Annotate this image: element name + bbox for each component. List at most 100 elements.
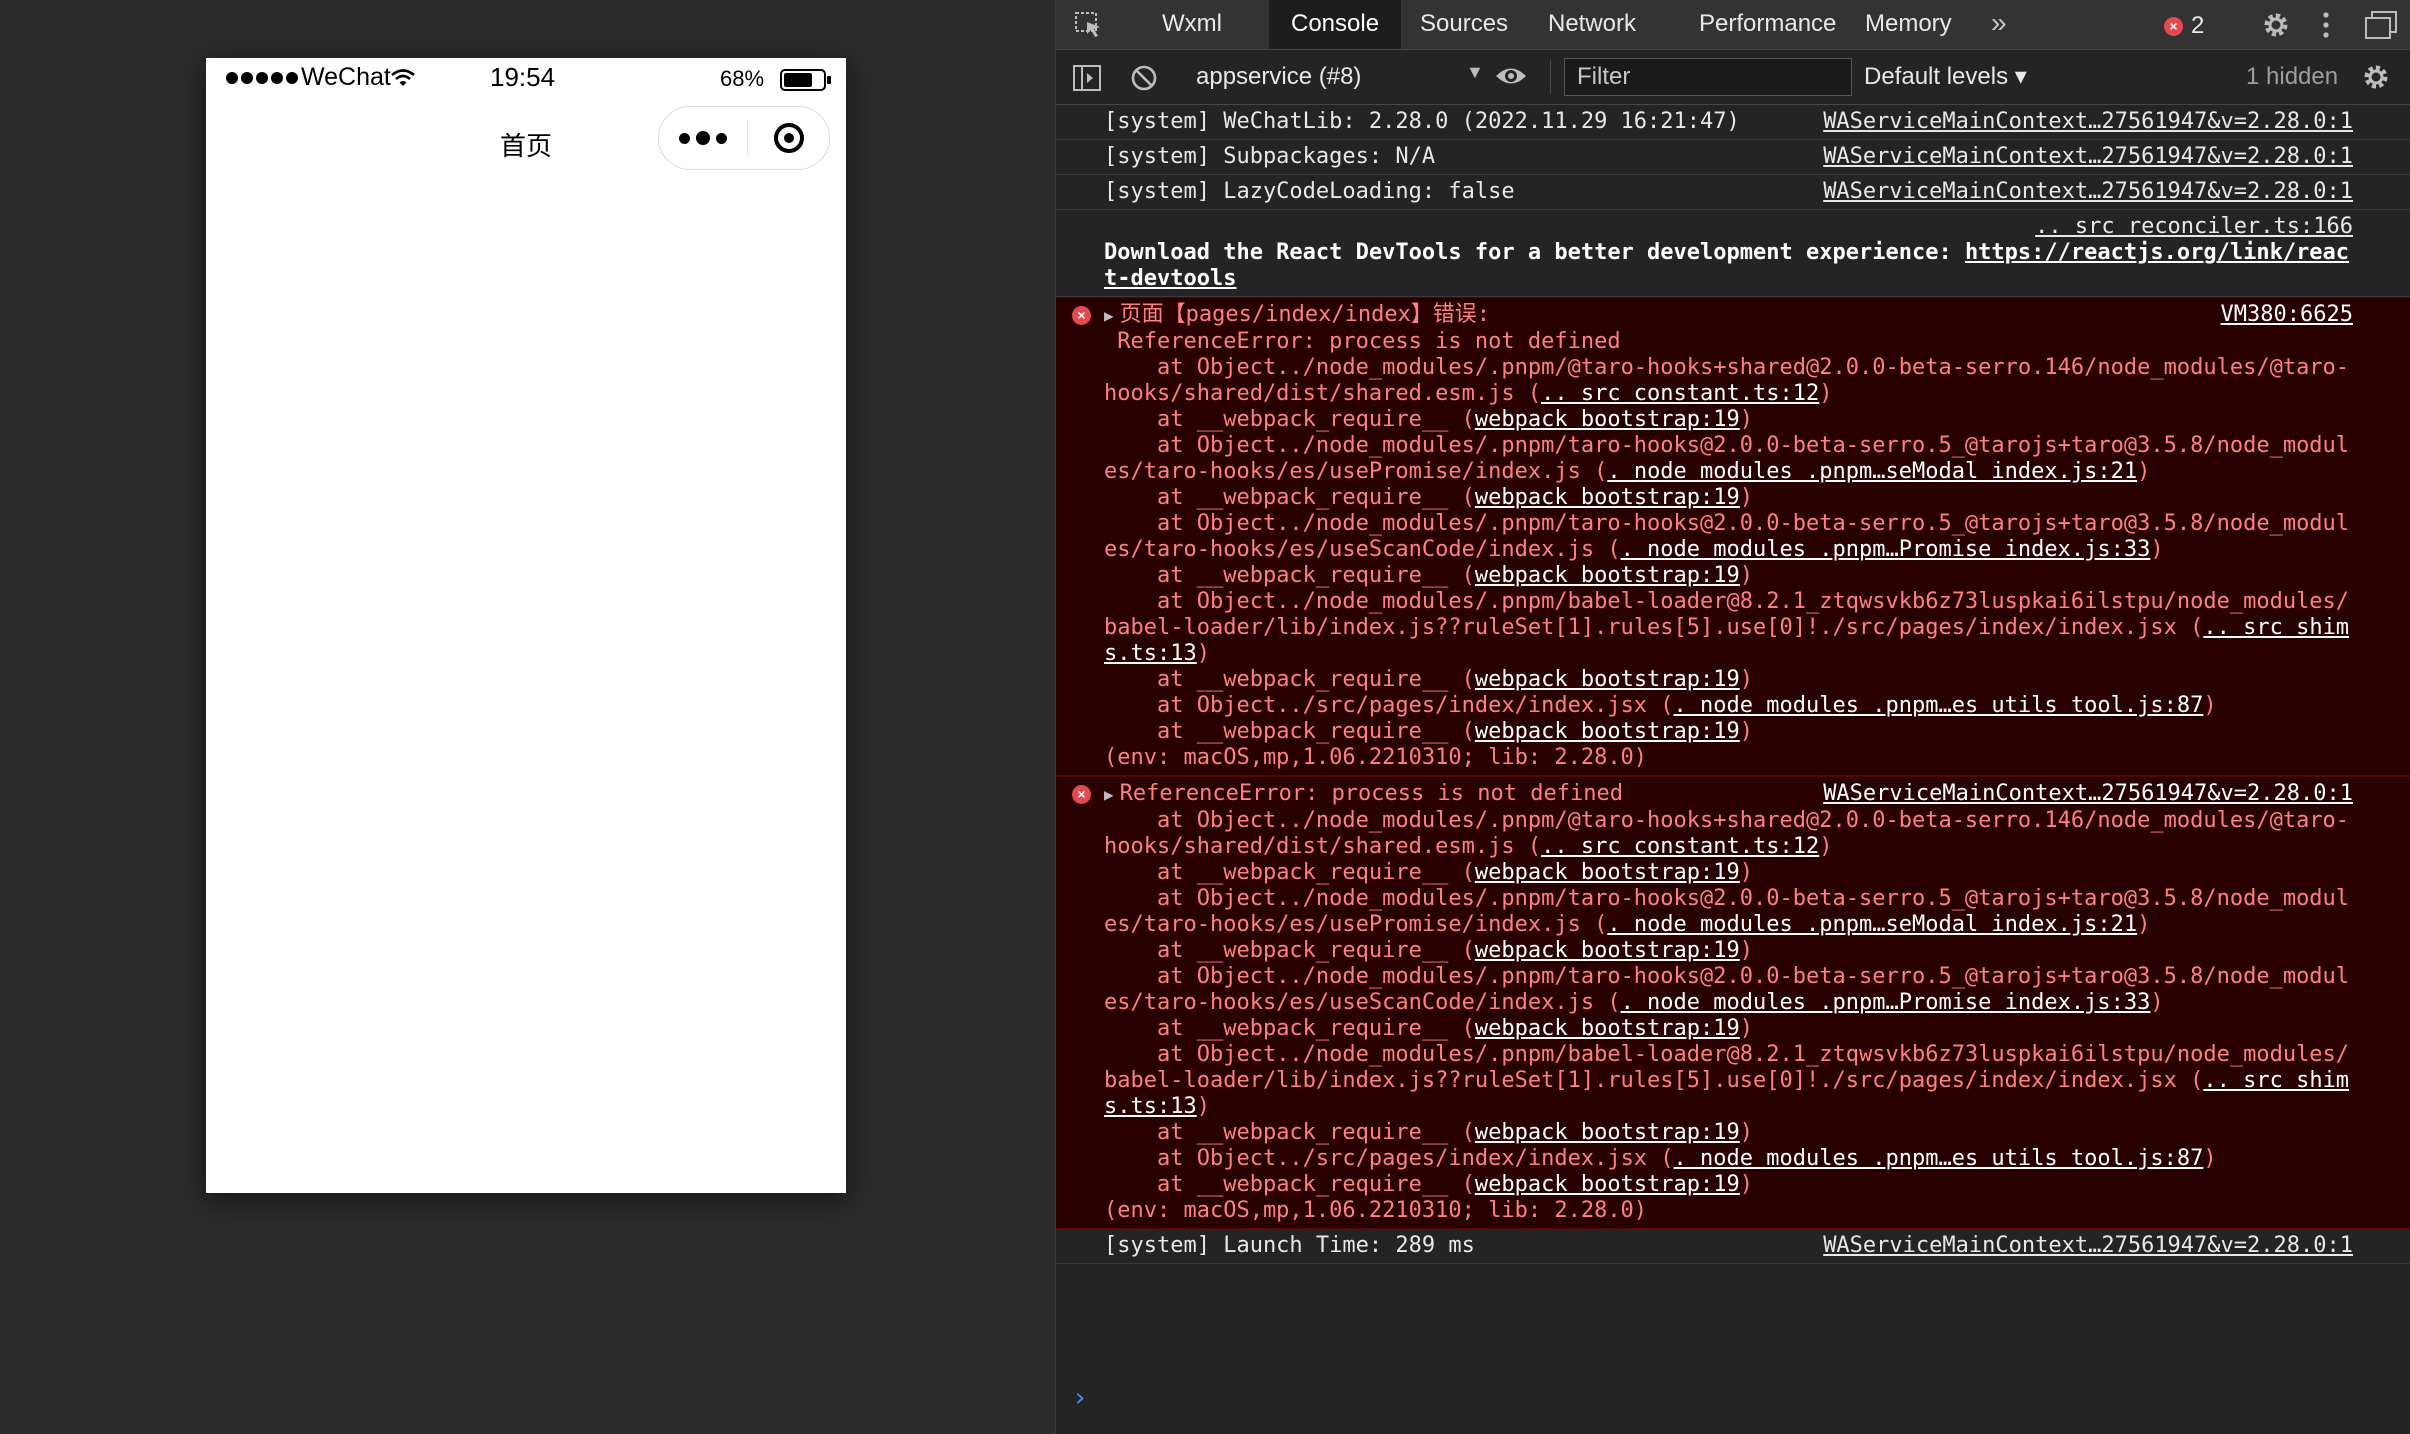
error-message: × ▶ ReferenceError: process is not define…: [1056, 776, 2410, 1229]
status-bar: WeChat 19:54 68%: [206, 58, 846, 100]
tab-sources[interactable]: Sources: [1398, 0, 1530, 49]
stack-frame: at __webpack_require__ (webpack bootstra…: [1104, 563, 1754, 588]
source-link[interactable]: WAServiceMainContext…27561947&v=2.28.0:1: [1823, 109, 2353, 135]
console-prompt[interactable]: ›: [1072, 1385, 1088, 1411]
stack-source-link[interactable]: webpack bootstrap:19: [1475, 1016, 1740, 1041]
stack-source-link[interactable]: . node modules .pnpm…Promise index.js:33: [1621, 537, 2151, 562]
console-message: [system] LazyCodeLoading: false WAServic…: [1056, 175, 2410, 210]
tab-performance[interactable]: Performance: [1677, 0, 1858, 49]
source-link[interactable]: VM380:6625: [2220, 302, 2353, 328]
error-message-text: ReferenceError: process is not defined: [1104, 329, 1621, 354]
source-link[interactable]: WAServiceMainContext…27561947&v=2.28.0:1: [1823, 179, 2353, 205]
hidden-messages-count: 1 hidden: [2246, 63, 2339, 90]
stack-source-link[interactable]: .. src constant.ts:12: [1541, 381, 1819, 406]
stack-frame: at __webpack_require__ (webpack bootstra…: [1104, 938, 1754, 963]
context-selector[interactable]: appservice (#8): [1196, 60, 1476, 94]
chevron-down-icon[interactable]: ▼: [1466, 62, 1484, 83]
signal-strength-icon: [226, 72, 298, 84]
inspect-element-icon[interactable]: [1074, 11, 1104, 39]
live-expression-eye-icon[interactable]: [1494, 63, 1528, 89]
stack-frame: at __webpack_require__ (webpack bootstra…: [1104, 1120, 1754, 1145]
stack-frame: at Object../node_modules/.pnpm/taro-hook…: [1104, 433, 2350, 484]
stack-source-link[interactable]: webpack bootstrap:19: [1475, 938, 1740, 963]
error-icon: ×: [2164, 16, 2183, 36]
stack-frame: at Object../node_modules/.pnpm/taro-hook…: [1104, 511, 2350, 562]
stack-frame: (env: macOS,mp,1.06.2210310; lib: 2.28.0…: [1104, 1198, 1648, 1223]
stack-source-link[interactable]: webpack bootstrap:19: [1475, 719, 1740, 744]
tab-memory[interactable]: Memory: [1843, 0, 1974, 49]
stack-trace: at Object../node_modules/.pnpm/@taro-hoo…: [1104, 355, 2351, 771]
stack-frame: (env: macOS,mp,1.06.2210310; lib: 2.28.0…: [1104, 745, 1648, 770]
stack-frame: at Object../node_modules/.pnpm/@taro-hoo…: [1104, 355, 2350, 406]
more-button[interactable]: [659, 107, 747, 169]
source-link[interactable]: .. src reconciler.ts:166: [2035, 214, 2353, 240]
status-time: 19:54: [490, 62, 556, 92]
stack-source-link[interactable]: webpack bootstrap:19: [1475, 407, 1740, 432]
error-icon: ×: [1072, 306, 1091, 325]
stack-frame: at Object../node_modules/.pnpm/babel-loa…: [1104, 589, 2350, 666]
stack-frame: at __webpack_require__ (webpack bootstra…: [1104, 1172, 1754, 1197]
console-toolbar: appservice (#8) ▼ Default levels ▾ 1 hid…: [1056, 50, 2410, 105]
source-link[interactable]: WAServiceMainContext…27561947&v=2.28.0:1: [1823, 781, 2353, 807]
devtools-panel: Wxml Console Sources Network Performance…: [1055, 0, 2410, 1434]
stack-frame: at Object../node_modules/.pnpm/taro-hook…: [1104, 964, 2350, 1015]
stack-frame: at __webpack_require__ (webpack bootstra…: [1104, 860, 1754, 885]
source-link[interactable]: WAServiceMainContext…27561947&v=2.28.0:1: [1823, 1233, 2353, 1259]
clear-console-icon[interactable]: [1130, 64, 1158, 92]
expand-arrow-icon: ▶: [1104, 306, 1114, 325]
error-count-badge[interactable]: × 2: [2164, 12, 2204, 40]
message-text: [system] Subpackages: N/A: [1104, 144, 1436, 169]
battery-icon: [780, 69, 831, 91]
tab-console[interactable]: Console: [1269, 0, 1402, 49]
message-text: [system] WeChatLib: 2.28.0 (2022.11.29 1…: [1104, 109, 1740, 134]
stack-frame: at __webpack_require__ (webpack bootstra…: [1104, 485, 1754, 510]
sidebar-toggle-icon[interactable]: [1072, 64, 1102, 92]
more-tabs-button[interactable]: »: [1991, 0, 2007, 49]
stack-source-link[interactable]: webpack bootstrap:19: [1475, 485, 1740, 510]
tab-network[interactable]: Network: [1526, 0, 1658, 49]
stack-frame: at __webpack_require__ (webpack bootstra…: [1104, 1016, 1754, 1041]
kebab-menu-icon[interactable]: [2321, 10, 2331, 40]
message-text: [system] Launch Time: 289 ms: [1104, 1233, 1475, 1258]
source-link[interactable]: WAServiceMainContext…27561947&v=2.28.0:1: [1823, 144, 2353, 170]
stack-frame: at Object../node_modules/.pnpm/taro-hook…: [1104, 886, 2350, 937]
error-message: × ▶ 页面【pages/index/index】错误: VM380:6625 R…: [1056, 297, 2410, 776]
stack-source-link[interactable]: . node modules .pnpm…seModal index.js:21: [1607, 459, 2137, 484]
stack-source-link[interactable]: .. src constant.ts:12: [1541, 834, 1819, 859]
message-text: [system] LazyCodeLoading: false: [1104, 179, 1515, 204]
stack-source-link[interactable]: webpack bootstrap:19: [1475, 860, 1740, 885]
console-settings-gear-icon[interactable]: [2361, 62, 2391, 92]
stack-source-link[interactable]: webpack bootstrap:19: [1475, 667, 1740, 692]
stack-source-link[interactable]: webpack bootstrap:19: [1475, 563, 1740, 588]
stack-source-link[interactable]: . node modules .pnpm…seModal index.js:21: [1607, 912, 2137, 937]
stack-source-link[interactable]: . node modules .pnpm…es utils tool.js:87: [1674, 693, 2204, 718]
dock-side-icon[interactable]: [2364, 10, 2398, 40]
menu-capsule: [658, 106, 830, 170]
error-header[interactable]: ▶ ReferenceError: process is not defined: [1104, 781, 1623, 806]
battery-percentage: 68%: [720, 66, 765, 91]
console-filter-input[interactable]: [1564, 58, 1852, 96]
error-count: 2: [2191, 12, 2205, 39]
stack-frame: at Object../node_modules/.pnpm/@taro-hoo…: [1104, 808, 2350, 859]
settings-gear-icon[interactable]: [2261, 10, 2291, 40]
console-log: [system] WeChatLib: 2.28.0 (2022.11.29 1…: [1056, 105, 2410, 1434]
stack-frame: at __webpack_require__ (webpack bootstra…: [1104, 719, 1754, 744]
error-icon: ×: [1072, 785, 1091, 804]
error-header[interactable]: ▶ 页面【pages/index/index】错误:: [1104, 302, 1490, 327]
expand-arrow-icon: ▶: [1104, 785, 1114, 804]
stack-source-link[interactable]: webpack bootstrap:19: [1475, 1120, 1740, 1145]
console-message: [system] Launch Time: 289 ms WAServiceMa…: [1056, 1229, 2410, 1264]
stack-frame: at Object../node_modules/.pnpm/babel-loa…: [1104, 1042, 2350, 1119]
stack-source-link[interactable]: . node modules .pnpm…es utils tool.js:87: [1674, 1146, 2204, 1171]
stack-frame: at __webpack_require__ (webpack bootstra…: [1104, 667, 1754, 692]
tab-wxml[interactable]: Wxml: [1140, 0, 1244, 49]
close-miniprogram-button[interactable]: [748, 107, 830, 169]
stack-frame: at Object../src/pages/index/index.jsx (.…: [1104, 693, 2217, 718]
stack-source-link[interactable]: webpack bootstrap:19: [1475, 1172, 1740, 1197]
stack-source-link[interactable]: . node modules .pnpm…Promise index.js:33: [1621, 990, 2151, 1015]
stack-frame: at Object../src/pages/index/index.jsx (.…: [1104, 1146, 2217, 1171]
simulator-pane: WeChat 19:54 68% 首页: [0, 0, 1055, 1434]
log-levels-dropdown[interactable]: Default levels ▾: [1864, 60, 2027, 94]
wifi-icon: [391, 69, 415, 86]
stack-frame: at __webpack_require__ (webpack bootstra…: [1104, 407, 1754, 432]
